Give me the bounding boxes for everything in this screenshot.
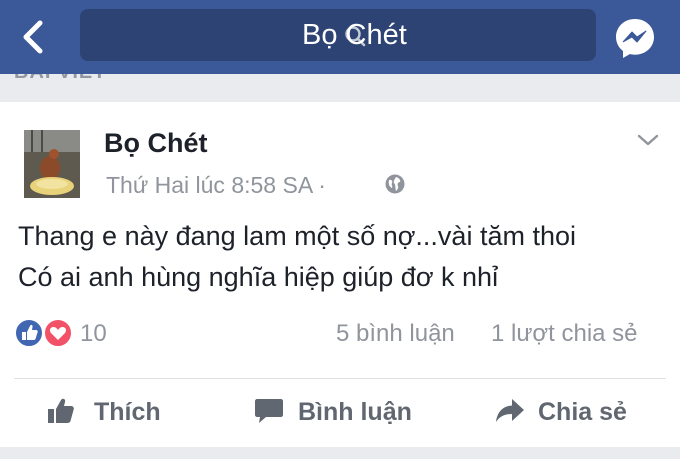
comment-count[interactable]: 5 bình luận: [336, 320, 455, 348]
share-count[interactable]: 1 lượt chia sẻ: [491, 320, 638, 348]
like-button[interactable]: Thích: [46, 392, 186, 432]
reaction-icons[interactable]: [14, 318, 78, 348]
avatar[interactable]: [24, 130, 80, 198]
chevron-down-icon[interactable]: [636, 132, 660, 148]
like-button-label: Thích: [94, 398, 161, 426]
section-label: BÀI VIẾT: [14, 74, 106, 84]
reaction-count[interactable]: 10: [80, 320, 107, 348]
share-icon: [496, 399, 524, 422]
post-body: Thang e này đang lam một số nợ...vài tăm…: [18, 216, 576, 298]
like-reaction-icon: [14, 318, 44, 348]
love-reaction-icon: [43, 318, 73, 348]
share-button[interactable]: Chia sẻ: [494, 392, 654, 432]
post-timestamp: Thứ Hai lúc 8:58 SA ·: [106, 172, 326, 199]
messenger-icon[interactable]: [613, 16, 657, 60]
comment-button-label: Bình luận: [298, 398, 412, 426]
post-text-line: Thang e này đang lam một số nợ...vài tăm…: [18, 221, 576, 251]
post-author-name[interactable]: Bọ Chét: [104, 128, 208, 159]
meta-separator: ·: [318, 172, 326, 198]
search-query-text: Bọ Chét: [302, 19, 407, 51]
post-card: Bọ Chét Thứ Hai lúc 8:58 SA · Thang e nà…: [0, 102, 680, 447]
section-header: BÀI VIẾT: [0, 74, 680, 102]
back-arrow-icon[interactable]: [14, 17, 54, 57]
top-navigation-bar: Bọ Chét: [0, 0, 680, 74]
comment-button[interactable]: Bình luận: [254, 392, 434, 432]
comment-icon: [255, 399, 283, 423]
search-input[interactable]: Bọ Chét: [80, 9, 596, 61]
timestamp-text[interactable]: Thứ Hai lúc 8:58 SA: [106, 172, 312, 198]
share-button-label: Chia sẻ: [538, 398, 627, 426]
globe-icon: [384, 173, 406, 195]
thumbs-up-icon: [48, 398, 74, 423]
divider: [14, 378, 666, 379]
post-text-line: Có ai anh hùng nghĩa hiệp giúp đơ k nhỉ: [18, 262, 499, 292]
